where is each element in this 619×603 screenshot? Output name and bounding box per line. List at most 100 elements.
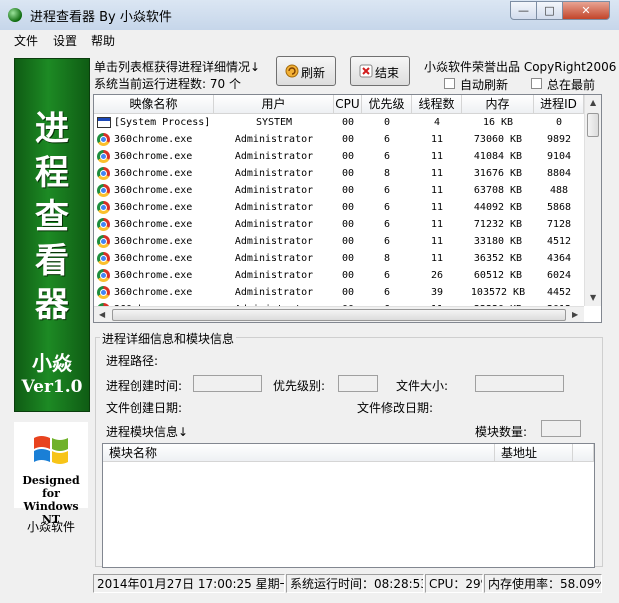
menu-settings[interactable]: 设置 — [53, 32, 77, 49]
table-row[interactable]: 360chrome.exe Administrator 00 6 11 73060 KB 9… — [94, 131, 584, 148]
horizontal-scroll-thumb[interactable] — [112, 309, 566, 321]
cell-pid: 4452 — [546, 287, 572, 298]
cell-threads: 11 — [430, 236, 444, 247]
table-row[interactable]: 360chrome.exe Administrator 00 6 11 44092 KB 5… — [94, 199, 584, 216]
priority-level-label: 优先级别: — [273, 379, 326, 393]
cell-pid: 4364 — [546, 253, 572, 264]
cell-memory: 60512 KB — [473, 270, 523, 281]
end-process-button[interactable]: 结束 — [350, 56, 410, 86]
cell-cpu: 00 — [341, 219, 355, 230]
title-bar: 进程查看器 By 小焱软件 — □ ✕ — [0, 0, 619, 31]
scroll-left-icon[interactable]: ◀ — [99, 310, 105, 319]
process-list[interactable]: 映像名称 用户 CPU 优先级 线程数 内存 进程ID [System Proc… — [93, 94, 602, 323]
maximize-button[interactable]: □ — [536, 1, 563, 20]
cell-pid: 9892 — [546, 134, 572, 145]
created-time-label: 进程创建时间: — [106, 379, 183, 393]
cell-priority: 8 — [383, 168, 391, 179]
process-rows: [System Process] SYSTEM 00 0 4 16 KB 0 360chrom… — [94, 114, 584, 306]
cell-threads: 26 — [430, 270, 444, 281]
cell-memory: 41084 KB — [473, 151, 523, 162]
cell-memory: 71232 KB — [473, 219, 523, 230]
scroll-up-icon[interactable]: ▲ — [590, 98, 596, 107]
cell-priority: 8 — [383, 253, 391, 264]
cell-memory: 63708 KB — [473, 185, 523, 196]
cell-user: SYSTEM — [255, 117, 293, 128]
table-row[interactable]: 360chrome.exe Administrator 00 6 11 41084 KB 9… — [94, 148, 584, 165]
status-bar: 2014年01月27日 17:00:25 星期一 系统运行时间：08:28:53… — [0, 572, 619, 603]
file-size-label: 文件大小: — [396, 379, 449, 393]
banner-author: 小焱 — [32, 351, 72, 375]
cell-name: 360chrome.exe — [114, 253, 193, 264]
table-row[interactable]: 360chrome.exe Administrator 00 8 11 31676 KB 8… — [94, 165, 584, 182]
column-priority[interactable]: 优先级 — [362, 95, 412, 113]
always-on-top-box[interactable] — [531, 78, 542, 89]
menu-file[interactable]: 文件 — [14, 32, 38, 49]
auto-refresh-box[interactable] — [444, 78, 455, 89]
refresh-button[interactable]: 刷新 — [276, 56, 336, 86]
cell-threads: 11 — [430, 151, 444, 162]
created-time-field — [193, 375, 262, 392]
table-row[interactable]: 360chrome.exe Administrator 00 6 11 33180 KB 4… — [94, 233, 584, 250]
close-button[interactable]: ✕ — [562, 1, 610, 20]
app-banner: 进 程 查 看 器 小焱 Ver1.0 — [14, 58, 90, 412]
cell-priority: 6 — [383, 219, 391, 230]
cell-memory: 31676 KB — [473, 168, 523, 179]
cell-cpu: 00 — [341, 151, 355, 162]
app-icon — [8, 8, 22, 22]
cell-user: Administrator — [234, 253, 314, 264]
process-count: 系统当前运行进程数: 70 个 — [94, 77, 241, 91]
status-memory: 内存使用率：58.09% — [484, 574, 602, 593]
column-base-address[interactable]: 基地址 — [495, 444, 573, 462]
end-process-label: 结束 — [375, 66, 400, 80]
banner-char: 看 — [35, 241, 69, 281]
cell-pid: 4512 — [546, 236, 572, 247]
cell-threads: 11 — [430, 202, 444, 213]
cell-user: Administrator — [234, 151, 314, 162]
cell-pid: 0 — [555, 117, 563, 128]
cell-memory: 16 KB — [482, 117, 514, 128]
designed-line1: Designed for — [22, 474, 80, 500]
column-cpu[interactable]: CPU — [334, 95, 362, 113]
column-memory[interactable]: 内存 — [462, 95, 534, 113]
horizontal-scrollbar[interactable]: ◀ ▶ — [94, 306, 584, 322]
priority-level-field — [338, 375, 378, 392]
vertical-scroll-thumb[interactable] — [587, 113, 599, 137]
always-on-top-label: 总在最前 — [547, 78, 596, 92]
table-row[interactable]: 360chrome.exe Administrator 00 6 39 103572 KB… — [94, 284, 584, 301]
column-threads[interactable]: 线程数 — [412, 95, 462, 113]
cell-user: Administrator — [234, 219, 314, 230]
column-module-name[interactable]: 模块名称 — [103, 444, 495, 462]
vertical-scrollbar[interactable]: ▲ ▼ — [584, 95, 601, 306]
banner-char: 查 — [35, 197, 69, 237]
copyright-text: 小焱软件荣誉出品 CopyRight2006 — [424, 60, 617, 74]
banner-char: 进 — [35, 109, 69, 149]
menu-help[interactable]: 帮助 — [91, 32, 115, 49]
cell-user: Administrator — [234, 202, 314, 213]
table-row[interactable]: 360chrome.exe Administrator 00 8 11 36352 KB 4… — [94, 250, 584, 267]
table-row[interactable]: 360chrome.exe Administrator 00 6 11 71232 KB 7… — [94, 216, 584, 233]
cell-priority: 6 — [383, 134, 391, 145]
banner-char: 程 — [35, 153, 69, 193]
module-list[interactable]: 模块名称 基地址 — [102, 443, 595, 568]
menu-bar: 文件 设置 帮助 — [0, 30, 619, 50]
cell-pid: 8804 — [546, 168, 572, 179]
cell-name: 360chrome.exe — [114, 236, 193, 247]
column-pid[interactable]: 进程ID — [534, 95, 584, 113]
cell-cpu: 00 — [341, 287, 355, 298]
banner-title: 进 程 查 看 器 — [15, 107, 89, 327]
cell-cpu: 00 — [341, 202, 355, 213]
scroll-right-icon[interactable]: ▶ — [572, 310, 578, 319]
table-row[interactable]: 360chrome.exe Administrator 00 6 11 63708 KB 4… — [94, 182, 584, 199]
cell-priority: 6 — [383, 236, 391, 247]
table-row[interactable]: [System Process] SYSTEM 00 0 4 16 KB 0 — [94, 114, 584, 131]
end-process-icon — [359, 64, 373, 78]
column-image-name[interactable]: 映像名称 — [94, 95, 214, 113]
file-modified-label: 文件修改日期: — [357, 401, 434, 415]
scroll-down-icon[interactable]: ▼ — [590, 293, 596, 302]
minimize-button[interactable]: — — [510, 1, 537, 20]
column-user[interactable]: 用户 — [214, 95, 334, 113]
cell-user: Administrator — [234, 270, 314, 281]
table-row[interactable]: 360chrome.exe Administrator 00 6 26 60512 KB 6… — [94, 267, 584, 284]
cell-cpu: 00 — [341, 185, 355, 196]
cell-threads: 4 — [433, 117, 441, 128]
